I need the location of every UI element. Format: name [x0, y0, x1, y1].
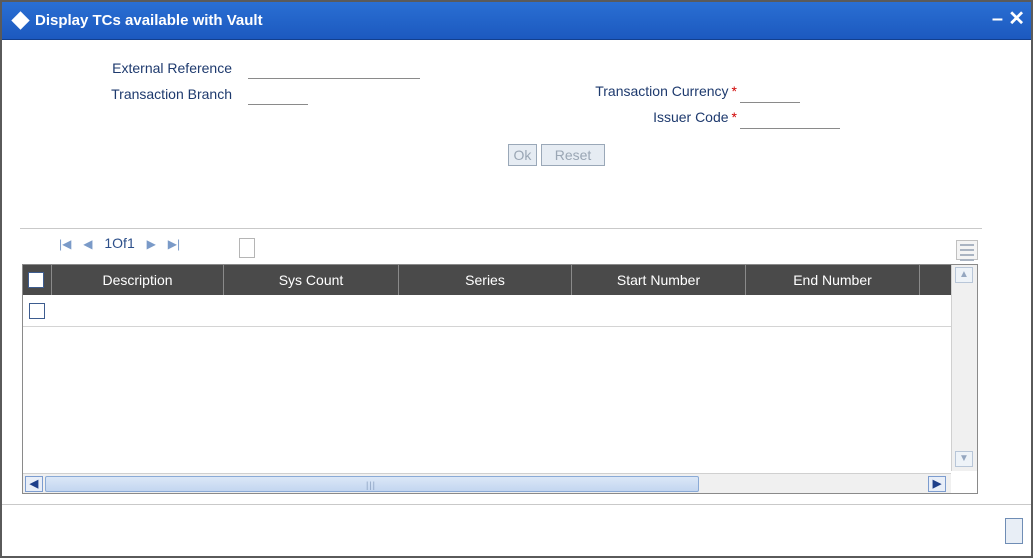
transaction-currency-label-text: Transaction Currency [595, 83, 729, 99]
column-header-end-number[interactable]: End Number [746, 265, 920, 295]
ok-button[interactable]: Ok [508, 144, 537, 166]
dialog-window: Display TCs available with Vault – ✕ Ext… [0, 0, 1033, 558]
next-page-icon[interactable]: ▶ [147, 237, 156, 251]
issuer-code-label-text: Issuer Code [653, 109, 729, 125]
title-bar[interactable]: Display TCs available with Vault – ✕ [2, 2, 1031, 40]
scroll-grip-icon: ||| [366, 480, 377, 490]
window-diamond-icon [11, 11, 30, 30]
scroll-down-icon[interactable]: ▼ [955, 451, 973, 467]
prev-page-icon[interactable]: ◀ [83, 237, 92, 251]
horizontal-scroll-thumb[interactable]: ||| [45, 476, 699, 492]
scroll-up-icon[interactable]: ▲ [955, 267, 973, 283]
exit-button[interactable] [1005, 518, 1023, 544]
select-all-checkbox[interactable] [28, 272, 44, 288]
minimize-icon[interactable]: – [992, 9, 1003, 29]
footer-bar [2, 504, 1031, 556]
required-marker: * [731, 83, 737, 99]
results-table: Description Sys Count Series Start Numbe… [22, 264, 978, 494]
vertical-scrollbar[interactable]: ▲ ▼ [951, 265, 977, 471]
table-row[interactable] [23, 295, 951, 327]
external-reference-field[interactable] [248, 61, 420, 79]
table-header: Description Sys Count Series Start Numbe… [23, 265, 951, 295]
last-page-icon[interactable]: ▶| [168, 237, 180, 251]
issuer-code-label: Issuer Code * [532, 109, 737, 125]
scroll-right-icon[interactable]: ▶ [928, 476, 946, 492]
transaction-branch-field[interactable] [248, 87, 308, 105]
horizontal-scrollbar[interactable]: ◀ ||| ▶ [23, 473, 951, 493]
pager: |◀ ◀ 1Of1 ▶ ▶| [59, 235, 188, 251]
close-icon[interactable]: ✕ [1008, 9, 1025, 29]
external-reference-label: External Reference [112, 60, 232, 76]
first-page-icon[interactable]: |◀ [59, 237, 71, 251]
column-header-start-number[interactable]: Start Number [572, 265, 746, 295]
column-header-description[interactable]: Description [52, 265, 224, 295]
scroll-left-icon[interactable]: ◀ [25, 476, 43, 492]
transaction-currency-field[interactable] [740, 85, 800, 103]
reset-button[interactable]: Reset [541, 144, 605, 166]
required-marker: * [731, 109, 737, 125]
section-divider [20, 228, 982, 229]
column-header-sys-count[interactable]: Sys Count [224, 265, 399, 295]
issuer-code-field[interactable] [740, 111, 840, 129]
transaction-currency-label: Transaction Currency * [532, 83, 737, 99]
row-checkbox[interactable] [29, 303, 45, 319]
transaction-branch-label: Transaction Branch [111, 86, 232, 102]
column-header-series[interactable]: Series [399, 265, 572, 295]
window-title: Display TCs available with Vault [35, 12, 263, 29]
page-indicator: 1Of1 [104, 235, 135, 251]
page-number-input[interactable] [239, 238, 255, 258]
grid-settings-icon[interactable] [956, 240, 978, 261]
header-select-cell [23, 265, 52, 295]
